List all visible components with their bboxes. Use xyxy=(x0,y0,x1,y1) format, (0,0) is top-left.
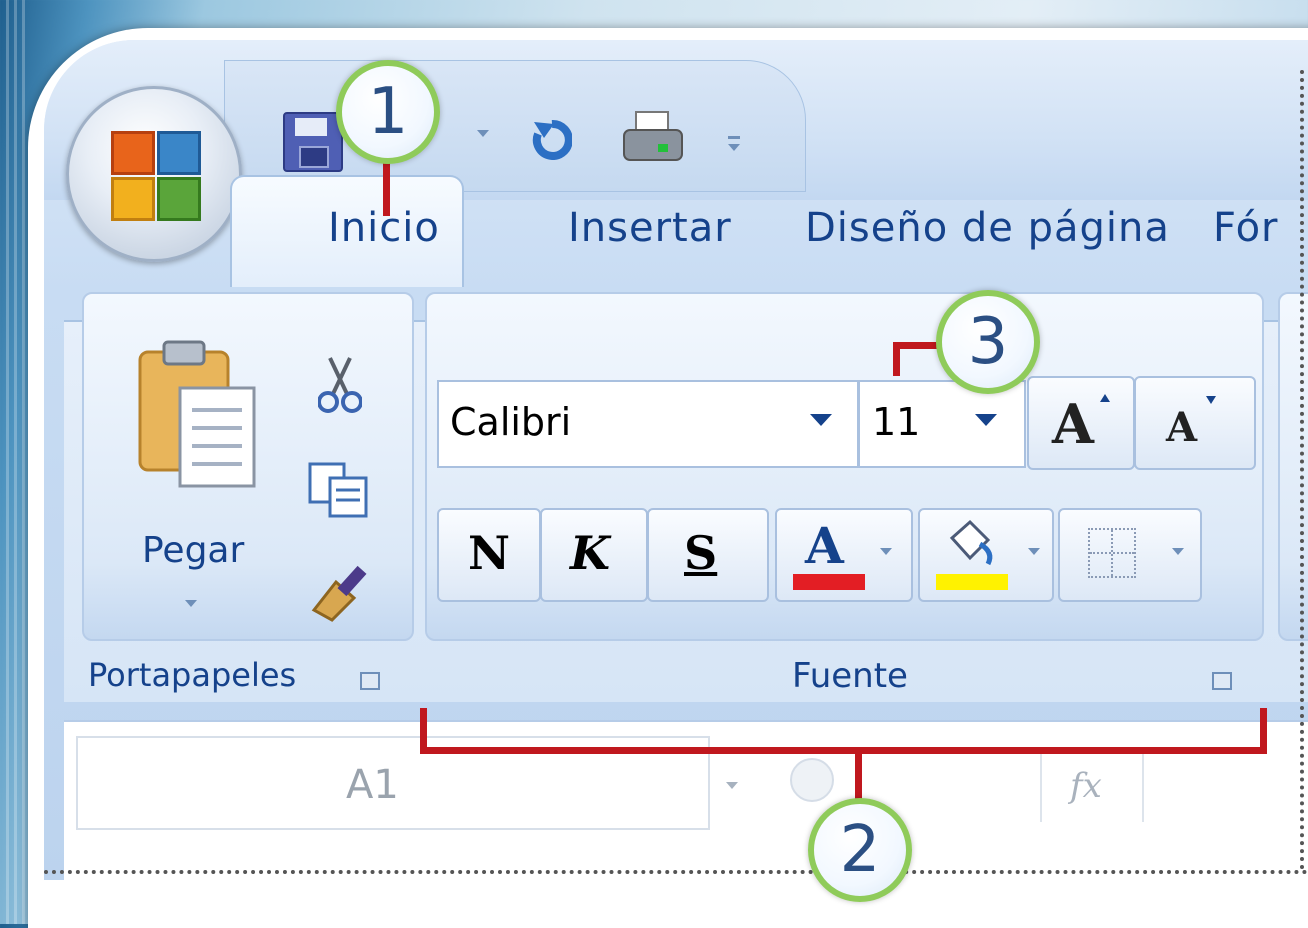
borders-dropdown-arrow[interactable] xyxy=(1172,548,1184,555)
callout-2-bracket-bottom xyxy=(420,747,1267,754)
fill-color-swatch xyxy=(936,574,1008,590)
bold-label: N xyxy=(468,526,511,580)
name-box-value: A1 xyxy=(346,762,399,808)
font-name-dropdown-arrow[interactable] xyxy=(810,414,832,426)
fx-icon: fx xyxy=(1070,766,1102,806)
name-box-dropdown-arrow[interactable] xyxy=(726,782,738,789)
font-color-dropdown-arrow[interactable] xyxy=(880,548,892,555)
office-logo-icon xyxy=(111,131,201,221)
grow-font-label: A xyxy=(1052,392,1094,456)
cut-icon[interactable] xyxy=(317,356,363,414)
font-dialog-launcher[interactable] xyxy=(1212,672,1232,690)
callout-2-connector xyxy=(855,747,862,801)
underline-label: S xyxy=(684,526,718,580)
qat-customize-bar xyxy=(728,136,740,139)
font-color-label: A xyxy=(805,516,844,575)
callout-2: 2 xyxy=(808,798,912,902)
crop-edge-bottom xyxy=(44,870,1308,874)
clipboard-group-label: Portapapeles xyxy=(88,656,297,694)
fill-color-dropdown-arrow[interactable] xyxy=(1028,548,1040,555)
copy-icon[interactable] xyxy=(306,460,372,520)
qat-dropdown-arrow-1[interactable] xyxy=(477,130,489,137)
shrink-font-label: A xyxy=(1166,404,1198,451)
font-size-value: 11 xyxy=(872,400,921,444)
format-painter-icon[interactable] xyxy=(306,556,382,622)
font-group-label: Fuente xyxy=(792,656,908,696)
paste-button-label[interactable]: Pegar xyxy=(142,530,244,571)
paste-icon[interactable] xyxy=(136,340,260,490)
callout-1: 1 xyxy=(336,60,440,164)
shrink-font-caret-icon xyxy=(1206,396,1216,404)
tab-insertar[interactable]: Insertar xyxy=(568,205,732,251)
callout-3-connector-v xyxy=(893,342,900,376)
font-name-value: Calibri xyxy=(450,400,572,444)
grow-font-caret-icon xyxy=(1100,394,1110,402)
fill-bucket-icon xyxy=(938,516,998,572)
borders-icon xyxy=(1088,528,1136,578)
undo-icon[interactable] xyxy=(532,116,573,160)
italic-label: K xyxy=(570,526,610,580)
save-icon[interactable] xyxy=(283,112,343,172)
tab-diseno-pagina[interactable]: Diseño de página xyxy=(805,205,1170,251)
print-icon[interactable] xyxy=(622,110,684,168)
formula-bar-divider-icon xyxy=(790,758,834,802)
clipboard-dialog-launcher[interactable] xyxy=(360,672,380,690)
font-color-swatch xyxy=(793,574,865,590)
callout-3: 3 xyxy=(936,290,1040,394)
office-button[interactable] xyxy=(66,86,242,262)
qat-customize-arrow[interactable] xyxy=(728,144,740,151)
paste-dropdown-arrow[interactable] xyxy=(185,600,197,607)
callout-1-connector xyxy=(383,160,390,216)
tab-formulas[interactable]: Fór xyxy=(1213,205,1279,251)
font-size-dropdown-arrow[interactable] xyxy=(975,414,997,426)
crop-edge-right xyxy=(1300,70,1304,870)
